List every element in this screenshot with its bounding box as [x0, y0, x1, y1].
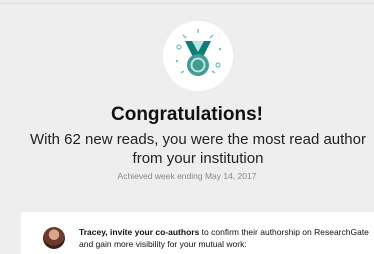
achievement-badge: [163, 21, 233, 91]
achievement-page: Congratulations! With 62 new reads, you …: [0, 0, 374, 254]
invite-card: Tracey, invite your co-authors to confir…: [21, 212, 374, 254]
page-title: Congratulations!: [111, 104, 263, 125]
avatar: [43, 227, 65, 249]
achieved-date: Achieved week ending May 14, 2017: [117, 171, 257, 181]
divider: [0, 3, 374, 4]
invite-text: Tracey, invite your co-authors to confir…: [79, 226, 374, 250]
invite-link[interactable]: Tracey, invite your co-authors: [79, 227, 199, 237]
achievement-message: With 62 new reads, you were the most rea…: [29, 131, 366, 167]
medal-icon: [175, 29, 222, 76]
